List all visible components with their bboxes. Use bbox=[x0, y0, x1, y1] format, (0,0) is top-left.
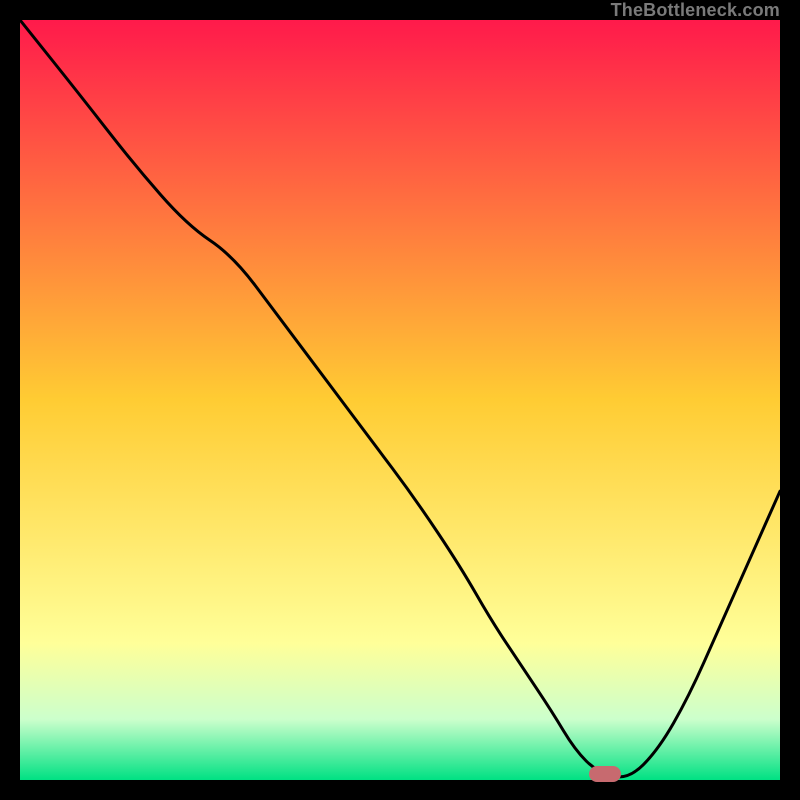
watermark-text: TheBottleneck.com bbox=[611, 0, 780, 20]
chart-frame bbox=[20, 20, 780, 780]
gradient-background bbox=[20, 20, 780, 780]
optimal-marker bbox=[589, 766, 621, 782]
bottleneck-chart bbox=[20, 20, 780, 780]
